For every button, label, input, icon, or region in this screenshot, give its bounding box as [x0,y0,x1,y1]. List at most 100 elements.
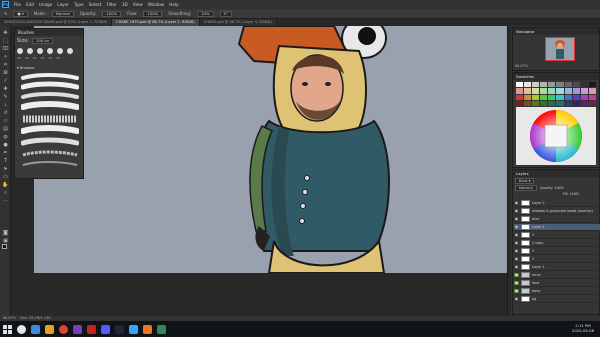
menu-window[interactable]: Window [148,2,165,7]
color-swatch[interactable] [572,82,580,88]
brush-tool-icon[interactable]: ✎ [2,94,9,100]
quick-mask-icon[interactable]: ◙ [2,230,9,236]
brush-size-field[interactable]: 100 px [31,38,54,44]
color-swatch[interactable] [588,94,596,100]
color-swatch[interactable] [540,94,548,100]
color-swatch[interactable] [516,88,524,94]
color-swatch[interactable] [572,88,580,94]
brush-strokes-list[interactable] [21,73,79,173]
shape-tool-icon[interactable]: ▭ [2,174,9,180]
visibility-eye-icon[interactable]: ◉ [514,257,519,261]
navigator-thumbnail[interactable] [545,37,575,61]
collapsed-panel-icons[interactable] [508,26,511,316]
visibility-eye-icon[interactable]: ◉ [514,241,519,245]
color-swatch[interactable] [588,82,596,88]
navigator-zoom[interactable]: 66.67% [515,64,599,68]
color-swatch[interactable] [540,82,548,88]
color-swatch[interactable] [540,88,548,94]
color-swatch[interactable] [556,100,564,106]
color-swatches[interactable] [2,244,9,251]
app-icon[interactable] [73,324,82,334]
chrome-icon[interactable] [59,324,68,334]
type-tool-icon[interactable]: T [2,158,9,164]
color-swatch[interactable] [580,94,588,100]
color-swatch[interactable] [532,100,540,106]
color-swatch[interactable] [548,100,556,106]
document-tab[interactable]: CHARE.psd @ 66.7% (Layer 4, RGB/8) [199,19,277,26]
visibility-eye-icon[interactable]: ◉ [514,297,519,301]
menu-select[interactable]: Select [89,2,102,7]
color-swatch[interactable] [524,88,532,94]
color-swatch[interactable] [580,88,588,94]
layer-row[interactable]: ◉ 2 [514,248,600,255]
menu-filter[interactable]: Filter [106,2,116,7]
color-swatch[interactable] [572,94,580,100]
color-swatch[interactable] [580,100,588,106]
visibility-eye-icon[interactable]: ◉ [514,265,519,269]
eyedropper-tool-icon[interactable]: ⁄ [2,78,9,84]
layer-fill[interactable]: Fill: 100% [563,192,579,196]
dodge-tool-icon[interactable]: ● [2,142,9,148]
pen-tool-icon[interactable]: ✒ [2,150,9,156]
color-wheel[interactable] [516,107,596,165]
layer-row[interactable]: ◉ 2 copy [514,240,600,247]
color-swatch[interactable] [532,88,540,94]
layer-blend-mode[interactable]: Normal [515,185,537,191]
brush-tool-icon[interactable]: ✎ [4,11,7,16]
layer-row[interactable]: ◉ Layer 2 [514,200,600,207]
visibility-eye-icon[interactable]: ◉ [514,249,519,253]
document-tab[interactable]: SENSE2034 ARMSIZE DAMM.psd @ 50% (Layer … [0,19,113,26]
status-zoom[interactable]: 66.67% [3,316,16,320]
layer-kind-filter[interactable]: Kind ▾ [515,178,535,184]
blur-tool-icon[interactable]: ◍ [2,134,9,140]
angle-field[interactable]: 0° [219,10,232,17]
frame-tool-icon[interactable]: ⊠ [2,70,9,76]
mode-select[interactable]: Normal [52,10,74,17]
visibility-eye-icon[interactable]: ◉ [514,209,519,213]
screen-mode-icon[interactable]: ▣ [2,238,9,244]
recent-brush[interactable] [37,48,43,54]
layer-row[interactable]: ◉ face [514,280,600,287]
opacity-field[interactable]: 100% [102,10,122,17]
layer-row[interactable]: ◉ 2 [514,232,600,239]
photoshop-taskbar-icon[interactable] [129,324,138,334]
search-icon[interactable] [17,324,26,334]
recent-brush[interactable] [47,48,53,54]
visibility-eye-icon[interactable]: ◉ [514,217,519,221]
document-canvas[interactable] [34,26,511,273]
color-swatch[interactable] [532,82,540,88]
windows-start-icon[interactable] [3,324,12,334]
document-tab-active[interactable]: CHARE 1670.psd @ 66.7% (Layer 2, RGB/8) [112,19,200,26]
layer-row[interactable]: ◉ shadow & grayscale boost (overlay) [514,208,600,215]
path-select-tool-icon[interactable]: ➤ [2,166,9,172]
color-swatch[interactable] [572,100,580,106]
layer-row[interactable]: ◉ Layer 1 [514,264,600,271]
healing-tool-icon[interactable]: ✚ [2,86,9,92]
menu-edit[interactable]: Edit [26,2,34,7]
recent-brush[interactable] [17,48,23,54]
steam-icon[interactable] [115,324,124,334]
stamp-tool-icon[interactable]: ⊥ [2,102,9,108]
task-view-icon[interactable] [31,324,40,334]
visibility-eye-icon[interactable]: ◉ [514,225,519,229]
swatch-grid[interactable] [516,82,596,106]
color-swatch[interactable] [524,94,532,100]
menu-help[interactable]: Help [169,2,179,7]
layer-row[interactable]: ◉ arms [514,272,600,279]
color-swatch[interactable] [564,100,572,106]
gradient-tool-icon[interactable]: ▤ [2,126,9,132]
visibility-eye-icon[interactable]: ◉ [514,233,519,237]
app-icon[interactable] [157,324,166,334]
color-swatch[interactable] [580,82,588,88]
color-swatch[interactable] [556,94,564,100]
hand-tool-icon[interactable]: ✋ [2,182,9,188]
color-swatch[interactable] [516,100,524,106]
color-swatch[interactable] [556,88,564,94]
layer-row[interactable]: ◉ body [514,288,600,295]
history-brush-tool-icon[interactable]: ↺ [2,110,9,116]
color-swatch[interactable] [588,100,596,106]
color-swatch[interactable] [564,94,572,100]
recent-brush[interactable] [27,48,33,54]
color-swatch[interactable] [548,94,556,100]
color-swatch[interactable] [548,88,556,94]
